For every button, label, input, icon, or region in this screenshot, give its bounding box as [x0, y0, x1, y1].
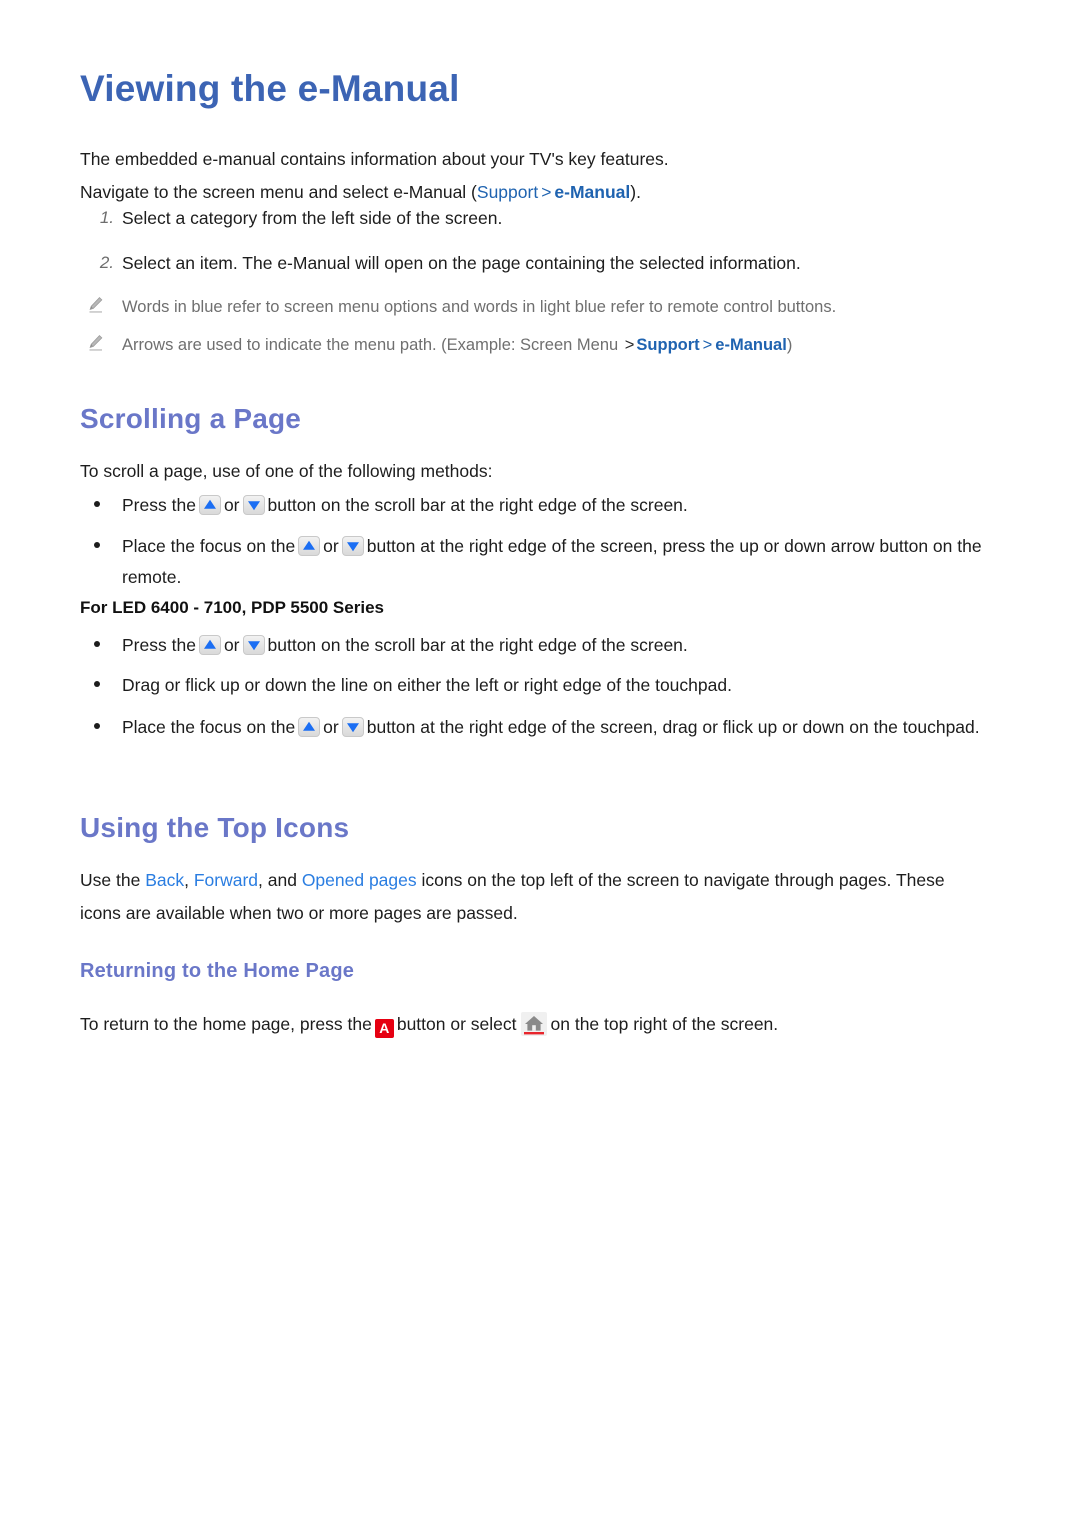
note-text-prefix: Arrows are used to indicate the menu pat… — [122, 336, 623, 354]
bullet-dot-icon — [94, 723, 100, 729]
list-item: Place the focus on the or button at the ri… — [80, 531, 1010, 593]
menu-link-support[interactable]: Support — [477, 182, 538, 202]
bullet-text-mid: or — [223, 495, 240, 515]
scrolling-intro: To scroll a page, use of one of the foll… — [80, 461, 493, 481]
list-item-text: Place the focus on the or button at the ri… — [122, 712, 1010, 743]
pencil-icon — [86, 295, 106, 315]
link-opened-pages[interactable]: Opened pages — [302, 870, 417, 890]
bullet-text-part2: button on the scroll bar at the right ed… — [267, 495, 688, 515]
intro-text-prefix: Navigate to the screen menu and select e… — [80, 182, 477, 202]
list-item-text: Press the or button on the scroll bar at t… — [122, 630, 1010, 661]
home-text-mid: button or select — [396, 1014, 517, 1034]
bullet-text-part1: Place the focus on the — [122, 536, 296, 556]
note-text: Words in blue refer to screen menu optio… — [122, 298, 837, 316]
link-back[interactable]: Back — [145, 870, 184, 890]
bullet-text-part1: Place the focus on the — [122, 717, 296, 737]
bullet-dot-icon — [94, 681, 100, 687]
home-icon[interactable] — [520, 1012, 547, 1036]
note-text-suffix: ) — [786, 336, 793, 354]
home-text-suffix: on the top right of the screen. — [550, 1014, 779, 1034]
bullet-text-mid: or — [323, 536, 339, 556]
arrow-up-button-icon[interactable] — [298, 717, 321, 737]
bullet-dot-icon — [94, 542, 100, 548]
note-text: Arrows are used to indicate the menu pat… — [122, 331, 1020, 359]
bullet-dot-icon — [94, 641, 100, 647]
list-item: Press the or button on the scroll bar at t… — [80, 490, 1010, 521]
note-item: Arrows are used to indicate the menu pat… — [80, 331, 1020, 359]
list-item-text: Select a category from the left side of … — [122, 208, 503, 228]
list-item: 1. Select a category from the left side … — [80, 203, 1020, 233]
home-body: To return to the home page, press the Abu… — [80, 1008, 778, 1041]
list-item: Place the focus on the or button at the ri… — [80, 712, 1010, 743]
list-item: Press the or button on the scroll bar at t… — [80, 630, 1010, 661]
section-heading-scrolling: Scrolling a Page — [80, 403, 302, 434]
bullet-text-mid: or — [323, 717, 339, 737]
list-item-text: Press the or button on the scroll bar at t… — [122, 490, 1010, 521]
list-item-text: Select an item. The e-Manual will open o… — [122, 253, 801, 273]
arrow-down-button-icon[interactable] — [242, 635, 265, 655]
note-item: Words in blue refer to screen menu optio… — [80, 293, 1020, 321]
section-heading-top-icons: Using the Top Icons — [80, 812, 350, 843]
top-icons-body: Use the Back, Forward, and Opened pages … — [80, 864, 990, 930]
path-separator-icon: > — [624, 336, 635, 354]
separator-comma: , and — [258, 870, 302, 890]
menu-link-emanual[interactable]: e-Manual — [715, 336, 787, 354]
bullet-text-part2: button on the scroll bar at the right ed… — [267, 635, 688, 655]
link-forward[interactable]: Forward — [194, 870, 258, 890]
pencil-icon — [86, 333, 106, 353]
arrow-down-button-icon[interactable] — [341, 717, 364, 737]
arrow-up-button-icon[interactable] — [198, 635, 221, 655]
top-icons-text-prefix: Use the — [80, 870, 146, 890]
arrow-up-button-icon[interactable] — [298, 536, 321, 556]
arrow-down-button-icon[interactable] — [242, 495, 265, 515]
path-separator-icon: > — [541, 182, 552, 202]
menu-link-support[interactable]: Support — [636, 336, 699, 354]
separator-comma: , — [184, 870, 194, 890]
e-manual-page: Viewing the e-Manual The embedded e-manu… — [0, 0, 1080, 1527]
list-item: 2. Select an item. The e-Manual will ope… — [80, 248, 1020, 278]
menu-link-emanual[interactable]: e-Manual — [554, 182, 630, 202]
list-item-text: Drag or flick up or down the line on eit… — [122, 675, 732, 695]
bullet-dot-icon — [94, 501, 100, 507]
bullet-text-part1: Press the — [122, 495, 196, 515]
arrow-up-button-icon[interactable] — [198, 495, 221, 515]
list-item: Drag or flick up or down the line on eit… — [80, 670, 1010, 701]
page-title: Viewing the e-Manual — [80, 68, 460, 109]
series-label: For LED 6400 - 7100, PDP 5500 Series — [80, 598, 384, 617]
bullet-text-mid: or — [223, 635, 240, 655]
path-separator-icon: > — [702, 336, 713, 354]
intro-text-suffix: ). — [630, 182, 641, 202]
list-marker: 1. — [99, 208, 114, 227]
list-marker: 2. — [99, 253, 114, 272]
home-text-prefix: To return to the home page, press the — [80, 1014, 372, 1034]
bullet-text-part2: button at the right edge of the screen, … — [366, 717, 980, 737]
list-item-text: Place the focus on the or button at the ri… — [122, 531, 1010, 593]
subsection-heading-home: Returning to the Home Page — [80, 960, 355, 982]
intro-paragraph-1: The embedded e-manual contains informati… — [80, 149, 669, 169]
arrow-down-button-icon[interactable] — [341, 536, 364, 556]
bullet-text-part1: Press the — [122, 635, 196, 655]
a-button-icon[interactable]: A — [374, 1019, 394, 1038]
